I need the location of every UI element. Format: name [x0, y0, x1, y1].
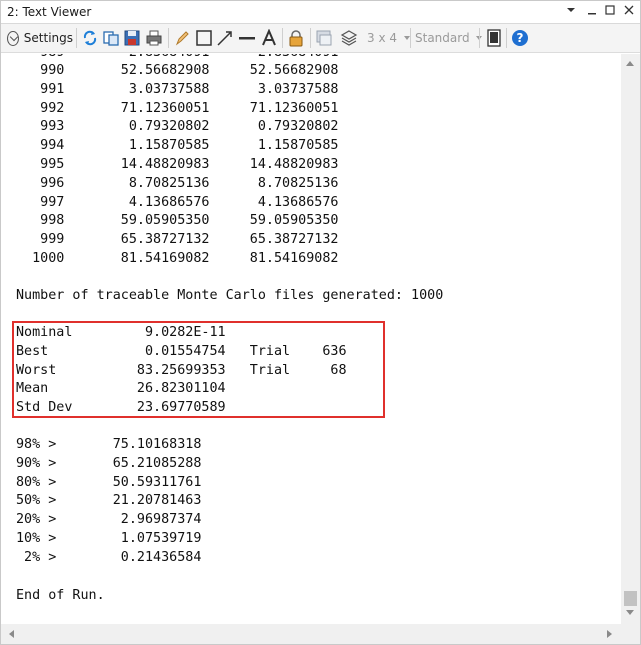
- grid-dropdown[interactable]: 3 x 4: [367, 28, 411, 48]
- toolbar-divider: [76, 28, 77, 48]
- vertical-scrollbar[interactable]: [621, 54, 640, 624]
- output-row: 997 4.13686576 4.13686576: [16, 194, 339, 210]
- output-table: 990 52.56682908 52.56682908 991 3.037375…: [16, 62, 338, 269]
- output-row: 991 3.03737588 3.03737588: [16, 81, 339, 97]
- text-output-area[interactable]: 989 2.83684091 2.83684091 990 52.5668290…: [1, 54, 621, 624]
- arrow-icon[interactable]: [216, 29, 234, 47]
- pencil-icon[interactable]: [173, 29, 191, 47]
- percentile-row: 2% > 0.21436584: [16, 549, 202, 565]
- minimize-icon[interactable]: [583, 3, 601, 21]
- toolbar: Settings 3 x 4 Standard ?: [1, 24, 640, 53]
- maximize-icon[interactable]: [601, 3, 619, 21]
- output-row: 990 52.56682908 52.56682908: [16, 63, 339, 78]
- output-row: 992 71.12360051 71.12360051: [16, 100, 339, 116]
- line-icon[interactable]: [238, 29, 256, 47]
- toolbar-divider: [310, 28, 311, 48]
- percentile-block: 98% > 75.10168318 90% > 65.21085288 80% …: [16, 436, 201, 568]
- scroll-down-icon[interactable]: [626, 610, 634, 615]
- svg-text:?: ?: [517, 31, 524, 45]
- percentile-row: 10% > 1.07539719: [16, 530, 202, 546]
- toolbar-divider: [282, 28, 283, 48]
- window-title: 2: Text Viewer: [7, 5, 92, 19]
- percentile-row: 50% > 21.20781463: [16, 493, 202, 509]
- title-bar: 2: Text Viewer: [1, 1, 640, 24]
- scroll-up-icon[interactable]: [626, 61, 634, 66]
- output-row: 999 65.38727132 65.38727132: [16, 232, 339, 248]
- output-row: 996 8.70825136 8.70825136: [16, 175, 339, 191]
- statistics-block: Nominal 9.0282E-11 Best 0.01554754 Trial…: [16, 324, 347, 418]
- grid-dropdown-label: 3 x 4: [367, 31, 397, 45]
- monte-carlo-files-line: Number of traceable Monte Carlo files ge…: [16, 288, 444, 303]
- refresh-icon[interactable]: [81, 29, 99, 47]
- window-layout-icon[interactable]: [315, 29, 333, 47]
- statistic-row: Std Dev 23.69770589: [16, 400, 226, 416]
- text-viewer-window: 2: Text Viewer Settings 3 x 4 Standard ?…: [0, 0, 641, 645]
- lock-icon[interactable]: [287, 29, 305, 47]
- text-icon[interactable]: [260, 28, 278, 47]
- rectangle-icon[interactable]: [195, 29, 213, 47]
- horizontal-scrollbar[interactable]: [1, 624, 621, 644]
- toolbar-divider: [168, 28, 169, 48]
- output-row: 993 0.79320802 0.79320802: [16, 119, 339, 135]
- output-row: 994 1.15870585 1.15870585: [16, 138, 339, 154]
- output-row: 995 14.48820983 14.48820983: [16, 156, 339, 172]
- window-menu-chevron-icon[interactable]: [562, 3, 580, 21]
- statistic-row: Mean 26.82301104: [16, 381, 226, 397]
- end-of-run-line: End of Run.: [16, 588, 105, 603]
- statistic-row: Nominal 9.0282E-11: [16, 325, 226, 340]
- layers-icon[interactable]: [340, 29, 358, 47]
- percentile-row: 80% > 50.59311761: [16, 474, 202, 490]
- statistic-row: Best 0.01554754 Trial 636: [16, 343, 347, 359]
- settings-icon: [7, 30, 19, 46]
- scroll-left-icon[interactable]: [9, 630, 14, 638]
- toolbar-divider: [506, 28, 507, 48]
- close-icon[interactable]: [620, 3, 638, 21]
- toolbar-divider: [410, 28, 411, 48]
- copy-icon[interactable]: [102, 29, 120, 47]
- vertical-scroll-thumb[interactable]: [624, 591, 637, 606]
- output-row: 998 59.05905350 59.05905350: [16, 213, 339, 229]
- mode-dropdown-label: Standard: [415, 31, 470, 45]
- percentile-row: 20% > 2.96987374: [16, 512, 202, 528]
- toolbar-divider: [479, 28, 480, 48]
- document-icon[interactable]: [485, 29, 503, 47]
- save-icon[interactable]: [123, 29, 141, 47]
- statistic-row: Worst 83.25699353 Trial 68: [16, 362, 347, 378]
- mode-dropdown[interactable]: Standard: [415, 28, 483, 48]
- scrollbar-corner: [621, 624, 640, 644]
- percentile-row: 98% > 75.10168318: [16, 437, 202, 452]
- print-icon[interactable]: [145, 29, 163, 47]
- help-icon[interactable]: ?: [511, 29, 529, 47]
- settings-button[interactable]: Settings: [7, 28, 73, 48]
- percentile-row: 90% > 65.21085288: [16, 455, 202, 471]
- settings-label: Settings: [23, 31, 73, 45]
- scroll-right-icon[interactable]: [607, 630, 612, 638]
- output-row: 1000 81.54169082 81.54169082: [16, 250, 339, 266]
